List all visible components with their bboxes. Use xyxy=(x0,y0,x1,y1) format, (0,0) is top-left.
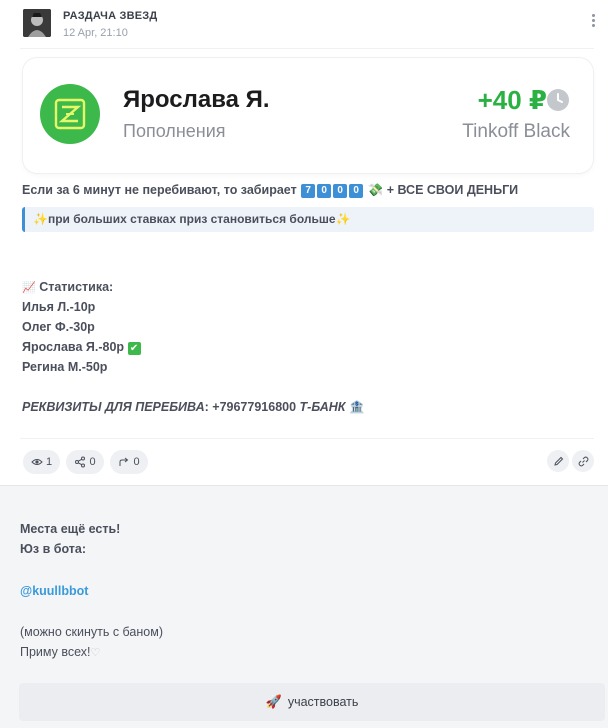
digit-badge: 0 xyxy=(333,184,348,198)
ad-line: Юз в бота: xyxy=(20,542,87,556)
forwards-counter[interactable]: 0 xyxy=(110,450,148,474)
money-icon: 💸 xyxy=(367,183,384,197)
quote-text: при больших ставках приз становиться бол… xyxy=(47,212,336,226)
ad-line: Приму всех! xyxy=(20,645,91,659)
divider xyxy=(20,438,594,439)
post: РАЗДАЧА ЗВЕЗД 12 Apr, 21:10 Ярослава Я. … xyxy=(0,0,608,486)
stats-item: Илья Л.-10р xyxy=(22,300,96,314)
heart-icon: ♡ xyxy=(90,647,101,659)
link-icon xyxy=(578,456,588,466)
participate-label: участвовать xyxy=(287,695,359,709)
transaction-amount: +40 ₽ xyxy=(477,85,547,115)
requisites-line: РЕКВИЗИТЫ ДЛЯ ПЕРЕБИВА: +79677916800 Т-Б… xyxy=(22,400,365,415)
stats-title: Статистика: xyxy=(39,280,114,294)
copy-link-button[interactable] xyxy=(572,450,594,472)
views-counter[interactable]: 1 xyxy=(23,450,60,474)
share-icon xyxy=(75,456,86,468)
stats-title-line: 📈 Статистика: xyxy=(22,280,113,294)
stats-item-winner: Ярослава Я.-80р ✔ xyxy=(22,340,141,355)
views-count: 1 xyxy=(45,456,53,468)
ad-line: (можно скинуть с баном) xyxy=(20,625,163,639)
quote-block: ✨при больших ставках приз становиться бо… xyxy=(22,207,594,232)
channel-avatar[interactable] xyxy=(23,9,51,37)
eye-icon xyxy=(31,459,43,465)
shares-counter[interactable]: 0 xyxy=(66,450,104,474)
ad-line: Места ещё есть! xyxy=(20,522,121,536)
bank-logo-icon xyxy=(40,84,100,144)
stats-item: Ярослава Я.-80р xyxy=(22,340,125,354)
stats-item: Регина М.-50р xyxy=(22,360,108,374)
post-date: 12 Apr, 21:10 xyxy=(63,27,128,39)
clock-icon xyxy=(546,88,570,112)
forward-icon xyxy=(119,457,129,466)
digit-badge: 0 xyxy=(317,184,332,198)
chart-icon: 📈 xyxy=(22,282,36,294)
sparkles-icon: ✨ xyxy=(33,212,48,226)
requisites-label: РЕКВИЗИТЫ ДЛЯ ПЕРЕБИВА xyxy=(22,400,205,414)
shares-count: 0 xyxy=(89,456,96,468)
more-icon[interactable] xyxy=(592,14,596,30)
rules-text: Если за 6 минут не перебивают, то забира… xyxy=(22,183,297,197)
sender-name: Ярослава Я. xyxy=(123,86,270,113)
check-icon: ✔ xyxy=(127,342,141,355)
bank-icon: 🏦 xyxy=(348,400,365,414)
bot-link[interactable]: @kuullbbot xyxy=(20,584,88,598)
rules-suffix: + ВСЕ СВОИ ДЕНЬГИ xyxy=(386,183,519,197)
rocket-icon: 🚀 xyxy=(265,694,282,709)
digit-badge: 7 xyxy=(301,184,316,198)
ad-line-last: Приму всех!♡ xyxy=(20,645,100,659)
transaction-card: Ярослава Я. Пополнения +40 ₽ Tinkoff Bla… xyxy=(23,58,593,173)
edit-button[interactable] xyxy=(547,450,569,472)
rules-line: Если за 6 минут не перебивают, то забира… xyxy=(22,183,518,198)
transaction-category: Пополнения xyxy=(123,121,226,141)
divider xyxy=(20,48,594,49)
stats-item: Олег Ф.-30р xyxy=(22,320,95,334)
forwards-count: 0 xyxy=(133,456,140,468)
edit-icon xyxy=(553,456,563,466)
requisites-phone: : +79677916800 xyxy=(204,400,297,414)
channel-title[interactable]: РАЗДАЧА ЗВЕЗД xyxy=(63,10,157,22)
digit-badge: 0 xyxy=(349,184,364,198)
sparkles-icon: ✨ xyxy=(335,212,351,226)
requisites-bank: Т-БАНК xyxy=(299,400,346,414)
participate-button[interactable]: 🚀 участвовать xyxy=(19,683,605,721)
account-name: Tinkoff Black xyxy=(462,121,570,142)
